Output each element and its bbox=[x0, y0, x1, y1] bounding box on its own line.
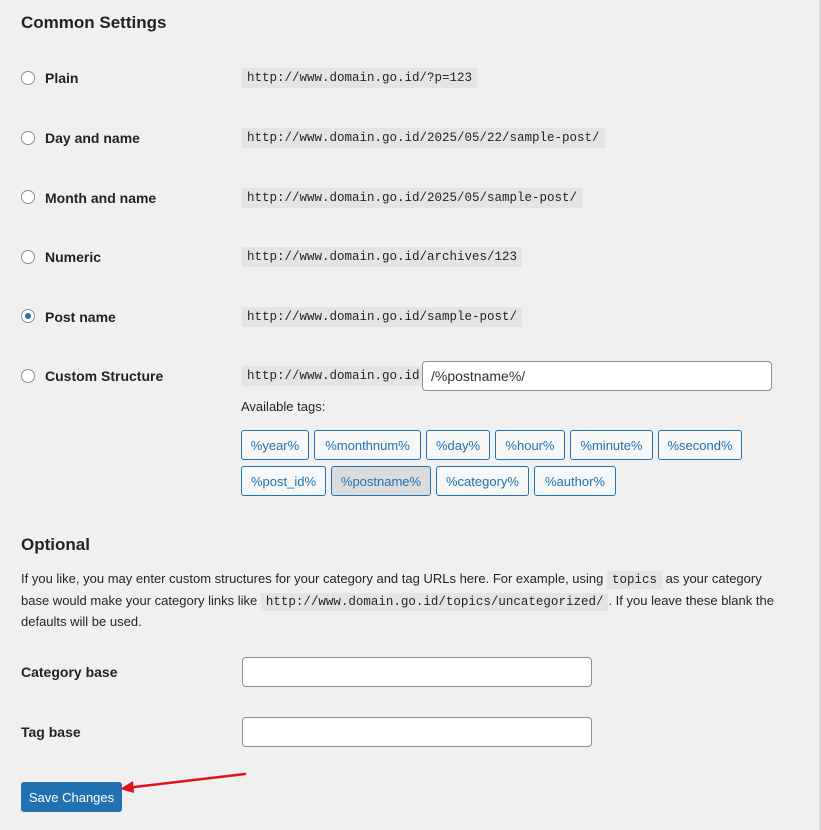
tag-button-year[interactable]: %year% bbox=[241, 430, 309, 460]
tag-button-author[interactable]: %author% bbox=[534, 466, 616, 496]
save-changes-button[interactable]: Save Changes bbox=[21, 782, 122, 812]
desc-code-topics: topics bbox=[606, 571, 662, 589]
radio-post-name[interactable] bbox=[21, 309, 35, 323]
custom-structure-input[interactable] bbox=[422, 361, 772, 391]
tag-button-day[interactable]: %day% bbox=[426, 430, 490, 460]
option-label-plain: Plain bbox=[45, 70, 79, 86]
radio-custom-structure[interactable] bbox=[21, 369, 35, 383]
annotation-arrow-icon bbox=[120, 772, 247, 793]
optional-description: If you like, you may enter custom struct… bbox=[21, 569, 791, 633]
option-label-day-and-name: Day and name bbox=[45, 130, 140, 146]
radio-month-and-name[interactable] bbox=[21, 190, 35, 204]
example-url-plain: http://www.domain.go.id/?p=123 bbox=[242, 68, 478, 88]
common-settings-heading: Common Settings bbox=[21, 13, 167, 32]
option-label-numeric: Numeric bbox=[45, 249, 102, 265]
tag-button-hour[interactable]: %hour% bbox=[495, 430, 565, 460]
tag-base-input[interactable] bbox=[242, 717, 592, 747]
tag-button-monthnum[interactable]: %monthnum% bbox=[314, 430, 421, 460]
radio-numeric[interactable] bbox=[21, 250, 35, 264]
tag-button-second[interactable]: %second% bbox=[658, 430, 742, 460]
example-url-month-and-name: http://www.domain.go.id/2025/05/sample-p… bbox=[242, 188, 583, 208]
example-url-numeric: http://www.domain.go.id/archives/123 bbox=[242, 247, 523, 267]
annotation-arrow-head bbox=[120, 781, 134, 793]
tag-button-post-id[interactable]: %post_id% bbox=[241, 466, 326, 496]
custom-structure-prefix: http://www.domain.go.id bbox=[242, 366, 425, 386]
desc-text-1: If you like, you may enter custom struct… bbox=[21, 571, 607, 586]
radio-plain[interactable] bbox=[21, 71, 35, 85]
category-base-label: Category base bbox=[21, 664, 118, 680]
annotation-arrow-shaft bbox=[124, 772, 247, 790]
tag-button-category[interactable]: %category% bbox=[436, 466, 529, 496]
radio-day-and-name[interactable] bbox=[21, 131, 35, 145]
example-url-day-and-name: http://www.domain.go.id/2025/05/22/sampl… bbox=[242, 128, 605, 148]
tag-button-minute[interactable]: %minute% bbox=[570, 430, 653, 460]
tag-button-postname[interactable]: %postname% bbox=[331, 466, 431, 496]
available-tags-label: Available tags: bbox=[241, 399, 326, 414]
category-base-input[interactable] bbox=[242, 657, 592, 687]
tag-base-label: Tag base bbox=[21, 724, 81, 740]
example-url-post-name: http://www.domain.go.id/sample-post/ bbox=[242, 307, 523, 327]
option-label-custom-structure: Custom Structure bbox=[45, 368, 164, 384]
option-label-month-and-name: Month and name bbox=[45, 190, 157, 206]
desc-code-example-url: http://www.domain.go.id/topics/uncategor… bbox=[260, 592, 609, 611]
optional-heading: Optional bbox=[21, 535, 90, 554]
option-label-post-name: Post name bbox=[45, 309, 116, 325]
